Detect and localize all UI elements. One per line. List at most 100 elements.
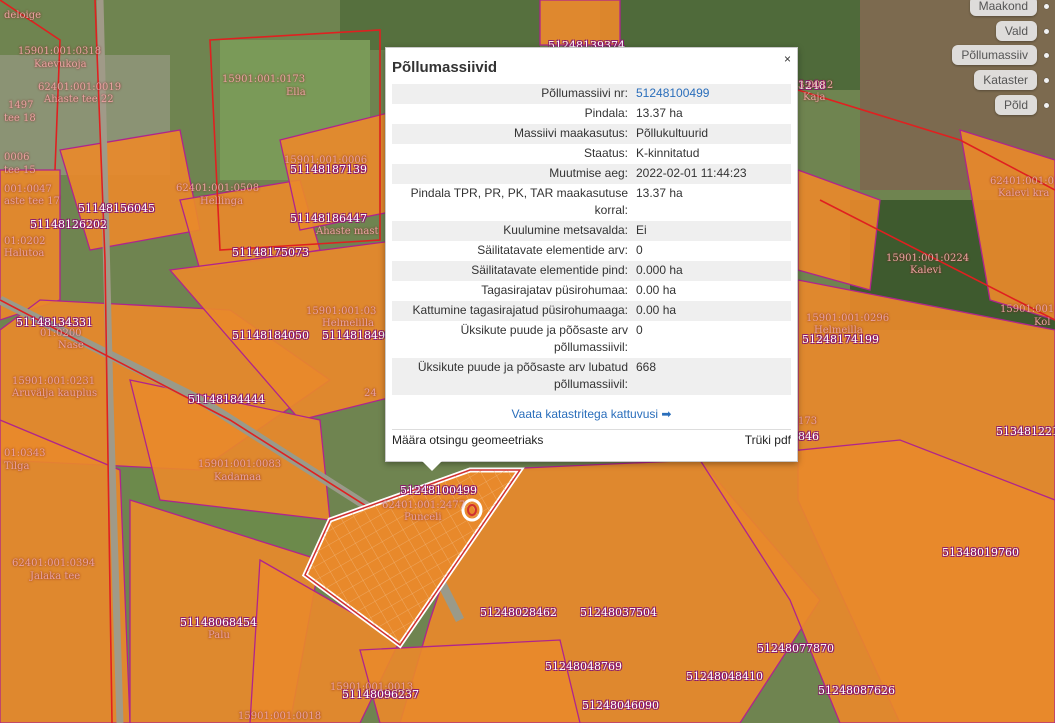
cadastre-label: Ahaste mast <box>316 226 379 237</box>
attribute-value: 0 <box>636 323 643 337</box>
popup-title: Põllumassiivid <box>392 59 498 76</box>
cadastre-label: 15901:001:0224 <box>886 253 970 264</box>
overlap-link-label[interactable]: Vaata katastritega kattuvusi <box>512 407 659 421</box>
attribute-row: Kattumine tagasirajatud püsirohumaaga: 0.… <box>392 301 791 321</box>
cadastre-label: tee 18 <box>4 113 36 124</box>
field-label: 51248028462 <box>480 606 557 619</box>
cadastre-label: 15901:001:0006 <box>284 155 368 166</box>
cadastre-label: 3:0012 <box>798 80 834 91</box>
field-label: 51348019760 <box>942 546 1019 559</box>
field-label: 51248100499 <box>400 484 477 497</box>
cadastre-label: Jalaka tee <box>30 571 81 582</box>
attribute-row: Põllumassiivi nr: 51248100499 <box>392 84 791 104</box>
cadastre-label: 15901:001 <box>1000 304 1055 315</box>
cadastre-label: 01:0202 <box>4 236 46 247</box>
attribute-value: 668 <box>632 358 791 395</box>
cadastre-label: 01:0343 <box>4 448 46 459</box>
attribute-row: Muutmise aeg: 2022-02-01 11:44:23 <box>392 164 791 184</box>
layer-dot-icon[interactable] <box>1044 4 1049 9</box>
attribute-value: Põllukultuurid <box>632 124 791 144</box>
attribute-key: Üksikute puude ja põõsaste arv lubatud p… <box>392 358 632 395</box>
attribute-key: Põllumassiivi nr: <box>392 84 632 104</box>
field-number-link-text[interactable]: 51248100499 <box>636 86 709 100</box>
attribute-value: 2022-02-01 11:44:23 <box>632 164 791 184</box>
field-label: 51148184050 <box>232 329 309 342</box>
cadastre-label: 15901:001:0231 <box>12 376 96 387</box>
cadastre-label: Aruvälja kauplus <box>12 388 98 399</box>
cadastre-label: Kadamaa <box>214 472 262 483</box>
attribute-value: 0.00 ha <box>632 301 791 321</box>
attribute-row: Üksikute puude ja põõsaste arv lubatud p… <box>392 358 791 395</box>
cadastre-label: Punceli <box>404 512 442 523</box>
cadastre-label: 15901:001:03 <box>306 306 377 317</box>
attribute-key: Säilitatavate elementide pind: <box>392 261 632 281</box>
cadastre-label: 01:0200 <box>40 328 82 339</box>
close-icon[interactable]: × <box>784 52 791 66</box>
attribute-key: Üksikute puude ja põõsaste arv põllumass… <box>460 323 628 354</box>
field-label: 51148068454 <box>180 616 257 629</box>
cadastre-label: Helmeilla <box>814 325 863 336</box>
layer-dot-icon[interactable] <box>1044 103 1049 108</box>
cadastre-label: tee 15 <box>4 165 36 176</box>
attribute-key: Muutmise aeg: <box>392 164 632 184</box>
cadastre-label: 62401:001:0508 <box>176 183 260 194</box>
attribute-key: Kuulumine metsavalda: <box>392 221 632 241</box>
overlap-cadastre-link[interactable]: Vaata katastritega kattuvusi ➡ <box>386 407 797 421</box>
layer-toggle-pold[interactable]: Põld <box>994 95 1037 115</box>
cadastre-label: 173 <box>798 416 818 427</box>
layer-dot-icon[interactable] <box>1044 78 1049 83</box>
cadastre-label: 15901:001:0018 <box>238 711 322 722</box>
layer-toggle-pollumassiiv[interactable]: Põllumassiiv <box>952 45 1037 65</box>
cadastre-label: Hellinga <box>200 196 244 207</box>
layer-toggle-kataster[interactable]: Kataster <box>974 70 1037 90</box>
field-number-link[interactable]: 51248100499 <box>632 84 791 104</box>
layer-dot-icon[interactable] <box>1044 29 1049 34</box>
cadastre-label: 15901:001:0318 <box>18 46 102 57</box>
divider <box>392 429 791 430</box>
attribute-key: Pindala: <box>584 106 628 120</box>
field-label: 51148126202 <box>30 218 107 231</box>
cadastre-label: Palu <box>208 630 230 641</box>
attribute-value: 0.000 ha <box>632 261 791 281</box>
cadastre-label: 62401:001:0019 <box>38 82 122 93</box>
field-label: 51248087626 <box>818 684 895 697</box>
field-label: 51248046090 <box>582 699 659 712</box>
cadastre-label: 24 <box>364 388 377 399</box>
cadastre-label: 15901:001:0296 <box>806 313 890 324</box>
cadastre-label: Helmelilla <box>322 318 374 329</box>
field-label: 51248037504 <box>580 606 657 619</box>
layer-dot-icon[interactable] <box>1044 53 1049 58</box>
attribute-row: Üksikute puude ja põõsaste arv põllumass… <box>392 321 791 358</box>
layer-toggle-maakond[interactable]: Maakond <box>969 0 1037 16</box>
cadastre-label: Ella <box>286 87 306 98</box>
arrow-right-icon[interactable]: ➡ <box>661 407 671 421</box>
cadastre-label: 001:0047 <box>4 184 52 195</box>
attribute-row: Säilitatavate elementide pind: 0.000 ha <box>392 261 791 281</box>
layer-toggle-vald[interactable]: Vald <box>995 21 1037 41</box>
attribute-row: Kuulumine metsavalda: Ei <box>392 221 791 241</box>
cadastre-label: Kol <box>1034 317 1051 328</box>
attribute-table: Põllumassiivi nr: 51248100499 Pindala: 13.3… <box>392 84 791 395</box>
popup-pointer <box>422 461 442 471</box>
field-label: 846 <box>798 430 819 443</box>
cadastre-label: Tilga <box>4 461 30 472</box>
info-popup: Põllumassiivid × Põllumassiivi nr: 512481… <box>385 47 798 462</box>
attribute-row: Massiivi maakasutus: Põllukultuurid <box>392 124 791 144</box>
attribute-key: Säilitatavate elementide arv: <box>477 243 628 257</box>
attribute-row: Staatus: K-kinnitatud <box>392 144 791 164</box>
attribute-row: Pindala TPR, PR, PK, TAR maakasutuse kor… <box>392 184 791 221</box>
cadastre-label: Kaevukoja <box>34 59 87 70</box>
field-label: 51148156045 <box>78 202 155 215</box>
field-label: 51148184444 <box>188 393 265 406</box>
cadastre-label: 15901:001:0013 <box>330 682 414 693</box>
attribute-row: Säilitatavate elementide arv: 0 <box>392 241 791 261</box>
print-pdf-button[interactable]: Trüki pdf <box>745 433 791 447</box>
cadastre-label: Nase <box>58 340 84 351</box>
attribute-key: Pindala TPR, PR, PK, TAR maakasutuse kor… <box>410 186 628 217</box>
cadastre-label: 1497 <box>8 100 34 111</box>
attribute-row: Tagasirajatav püsirohumaa: 0.00 ha <box>392 281 791 301</box>
attribute-row: Pindala: 13.37 ha <box>392 104 791 124</box>
set-search-geometry-button[interactable]: Määra otsingu geomeetriaks <box>392 433 543 447</box>
field-label: 51248077870 <box>757 642 834 655</box>
attribute-value: 13.37 ha <box>636 186 683 200</box>
